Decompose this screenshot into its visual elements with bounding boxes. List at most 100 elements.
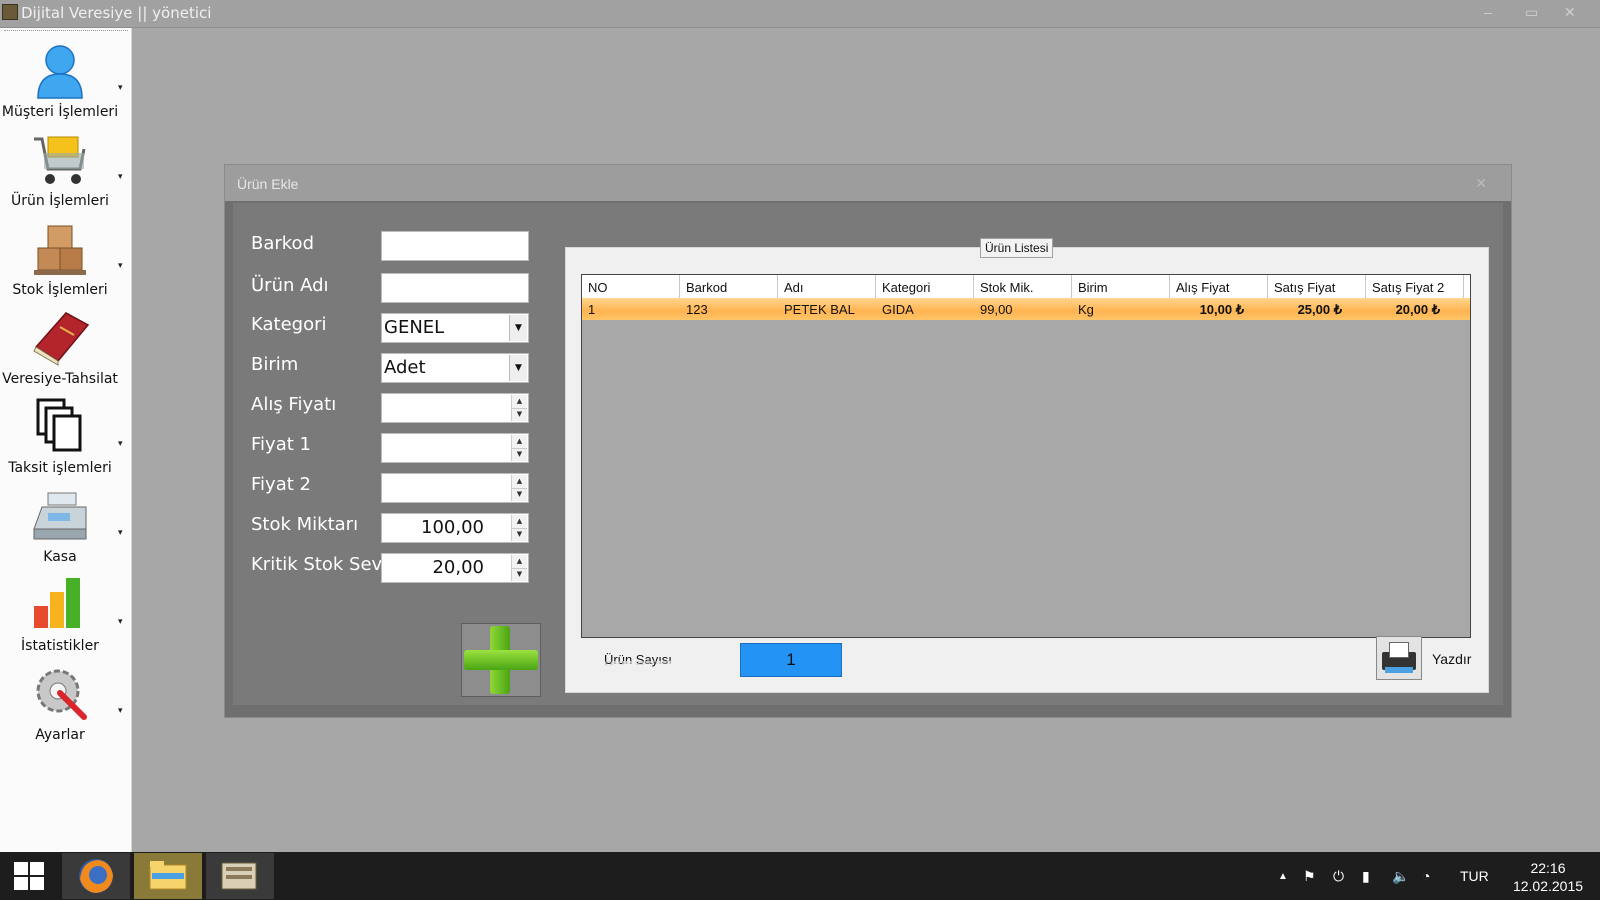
language-indicator[interactable]: TUR (1460, 868, 1489, 884)
printer-paper (1389, 642, 1409, 658)
kritik-stok-label: Kritik Stok Sev. (251, 554, 387, 575)
start-tile (30, 862, 44, 875)
spin-down-icon[interactable]: ▼ (512, 528, 527, 541)
spin-up-icon[interactable]: ▲ (512, 555, 527, 569)
cell-adi: PETEK BAL (784, 302, 855, 317)
fiyat2-stepper[interactable]: ▲ ▼ (381, 473, 529, 503)
table-row[interactable]: 1 123 PETEK BAL GIDA 99,00 Kg 10,00 ₺ 25… (582, 298, 1470, 320)
column-header[interactable]: Satış Fiyat (1268, 275, 1366, 298)
sidebar-item-veresiye[interactable]: Veresiye-Tahsilat (0, 305, 131, 393)
spin-down-icon[interactable]: ▼ (512, 408, 527, 421)
cell-satis-fiyat: 25,00 ₺ (1297, 302, 1342, 317)
clock-time: 22:16 (1530, 860, 1566, 876)
chevron-down-icon[interactable]: ▾ (118, 705, 123, 716)
chevron-down-icon[interactable]: ▾ (118, 260, 123, 271)
column-header[interactable]: Adı (778, 275, 876, 298)
chevron-down-icon[interactable]: ▾ (118, 616, 123, 627)
taskbar-firefox[interactable] (62, 853, 130, 899)
urun-listesi-legend: Ürün Listesi (980, 238, 1054, 258)
volume-icon[interactable]: 🔈 (1392, 868, 1409, 885)
chevron-down-icon[interactable]: ▼ (509, 315, 527, 341)
urun-adi-field[interactable] (381, 273, 529, 303)
start-tile (30, 877, 44, 890)
sidebar-item-label: Kasa (43, 549, 77, 565)
minimize-button[interactable]: – (1484, 4, 1492, 20)
chevron-down-icon[interactable]: ▾ (118, 82, 123, 93)
column-header[interactable]: Alış Fiyat (1170, 275, 1268, 298)
urun-ekle-dialog: Ürün Ekle ✕ Barkod Ürün Adı Kategori GEN… (224, 164, 1512, 718)
print-button-label[interactable]: Yazdır (1432, 651, 1471, 667)
printer-tray (1385, 667, 1413, 673)
flag-icon[interactable]: ⚑ (1303, 868, 1316, 885)
column-header[interactable]: Barkod (680, 275, 778, 298)
column-header[interactable]: Stok Mik. (974, 275, 1072, 298)
dialog-close-button[interactable]: ✕ (1475, 175, 1487, 192)
spin-up-icon[interactable]: ▲ (512, 395, 527, 409)
taskbar-dijital-veresiye[interactable] (206, 853, 274, 899)
taskbar-file-explorer[interactable] (134, 853, 202, 899)
dialog-body: Barkod Ürün Adı Kategori GENEL ▼ Birim A… (233, 203, 1503, 705)
urun-listesi-panel: Ürün Listesi NO Barkod Adı Kategori Stok… (565, 238, 1489, 693)
boxes-icon (34, 225, 86, 275)
maximize-button[interactable]: ▭ (1525, 4, 1538, 21)
network-icon[interactable]: ◔ (1422, 868, 1430, 884)
sidebar-item-label: Ayarlar (35, 727, 85, 743)
sidebar-item-label: Veresiye-Tahsilat (2, 371, 118, 387)
window-title: Dijital Veresiye || yönetici (21, 4, 212, 22)
spin-down-icon[interactable]: ▼ (512, 448, 527, 461)
birim-select[interactable]: Adet ▼ (381, 353, 529, 383)
sidebar-item-stok[interactable]: Stok İşlemleri ▾ (0, 216, 131, 304)
signal-icon[interactable]: ▮ (1362, 868, 1370, 885)
windows-start-icon[interactable] (14, 862, 46, 892)
settings-tools-icon (36, 669, 87, 720)
product-grid[interactable]: NO Barkod Adı Kategori Stok Mik. Birim A… (581, 274, 1471, 638)
cell-birim: Kg (1078, 302, 1094, 317)
alis-fiyati-stepper[interactable]: ▲ ▼ (381, 393, 529, 423)
clock[interactable]: 22:16 12.02.2015 (1508, 859, 1588, 895)
chevron-down-icon[interactable]: ▾ (118, 527, 123, 538)
column-header[interactable]: Satış Fiyat 2 (1366, 275, 1464, 298)
spin-down-icon[interactable]: ▼ (512, 488, 527, 501)
sidebar-item-label: Stok İşlemleri (12, 282, 108, 298)
sidebar-item-ayarlar[interactable]: Ayarlar ▾ (0, 661, 131, 749)
stok-miktari-stepper[interactable]: 100,00 ▲ ▼ (381, 513, 529, 543)
sidebar-item-istatistik[interactable]: İstatistikler ▾ (0, 572, 131, 660)
power-icon[interactable]: ⏻ (1333, 868, 1344, 885)
chevron-down-icon[interactable]: ▼ (509, 355, 527, 381)
shopping-cart-icon (34, 136, 86, 184)
column-header[interactable]: NO (582, 275, 680, 298)
column-header[interactable]: Birim (1072, 275, 1170, 298)
user-icon (37, 45, 83, 99)
chevron-down-icon[interactable]: ▾ (118, 171, 123, 182)
barkod-field[interactable] (381, 231, 529, 261)
firefox-icon (79, 859, 113, 893)
spin-buttons: ▲ ▼ (511, 555, 527, 581)
copy-pages-icon (36, 398, 82, 452)
spin-up-icon[interactable]: ▲ (512, 515, 527, 529)
kategori-select[interactable]: GENEL ▼ (381, 313, 529, 343)
fiyat1-stepper[interactable]: ▲ ▼ (381, 433, 529, 463)
tray-expand-icon[interactable]: ▲ (1278, 871, 1288, 882)
birim-value: Adet (384, 357, 426, 378)
sidebar-item-label: İstatistikler (21, 638, 99, 654)
spin-down-icon[interactable]: ▼ (512, 568, 527, 581)
sidebar-item-urun[interactable]: Ürün İşlemleri ▾ (0, 127, 131, 215)
sidebar-item-taksit[interactable]: Taksit işlemleri ▾ (0, 394, 131, 482)
sidebar-item-label: Müşteri İşlemleri (1, 104, 119, 120)
spin-buttons: ▲ ▼ (511, 435, 527, 461)
dijital-veresiye-icon (221, 862, 257, 890)
spin-up-icon[interactable]: ▲ (512, 475, 527, 489)
column-header[interactable]: Kategori (876, 275, 974, 298)
add-product-button[interactable] (461, 623, 541, 697)
kritik-stok-stepper[interactable]: 20,00 ▲ ▼ (381, 553, 529, 583)
close-button[interactable]: ✕ (1564, 4, 1576, 21)
chevron-down-icon[interactable]: ▾ (118, 438, 123, 449)
sidebar-item-kasa[interactable]: Kasa ▾ (0, 483, 131, 571)
file-explorer-icon (149, 861, 187, 890)
spin-up-icon[interactable]: ▲ (512, 435, 527, 449)
start-tile (14, 877, 28, 890)
sidebar-item-musteri[interactable]: Müşteri İşlemleri ▾ (0, 38, 131, 126)
sidebar-menu: Müşteri İşlemleri ▾ Ürün İşlemleri ▾ Sto… (0, 28, 132, 852)
printer-icon[interactable] (1376, 636, 1422, 680)
urun-sayisi-reflection: Ürün Sayısı (604, 660, 672, 666)
